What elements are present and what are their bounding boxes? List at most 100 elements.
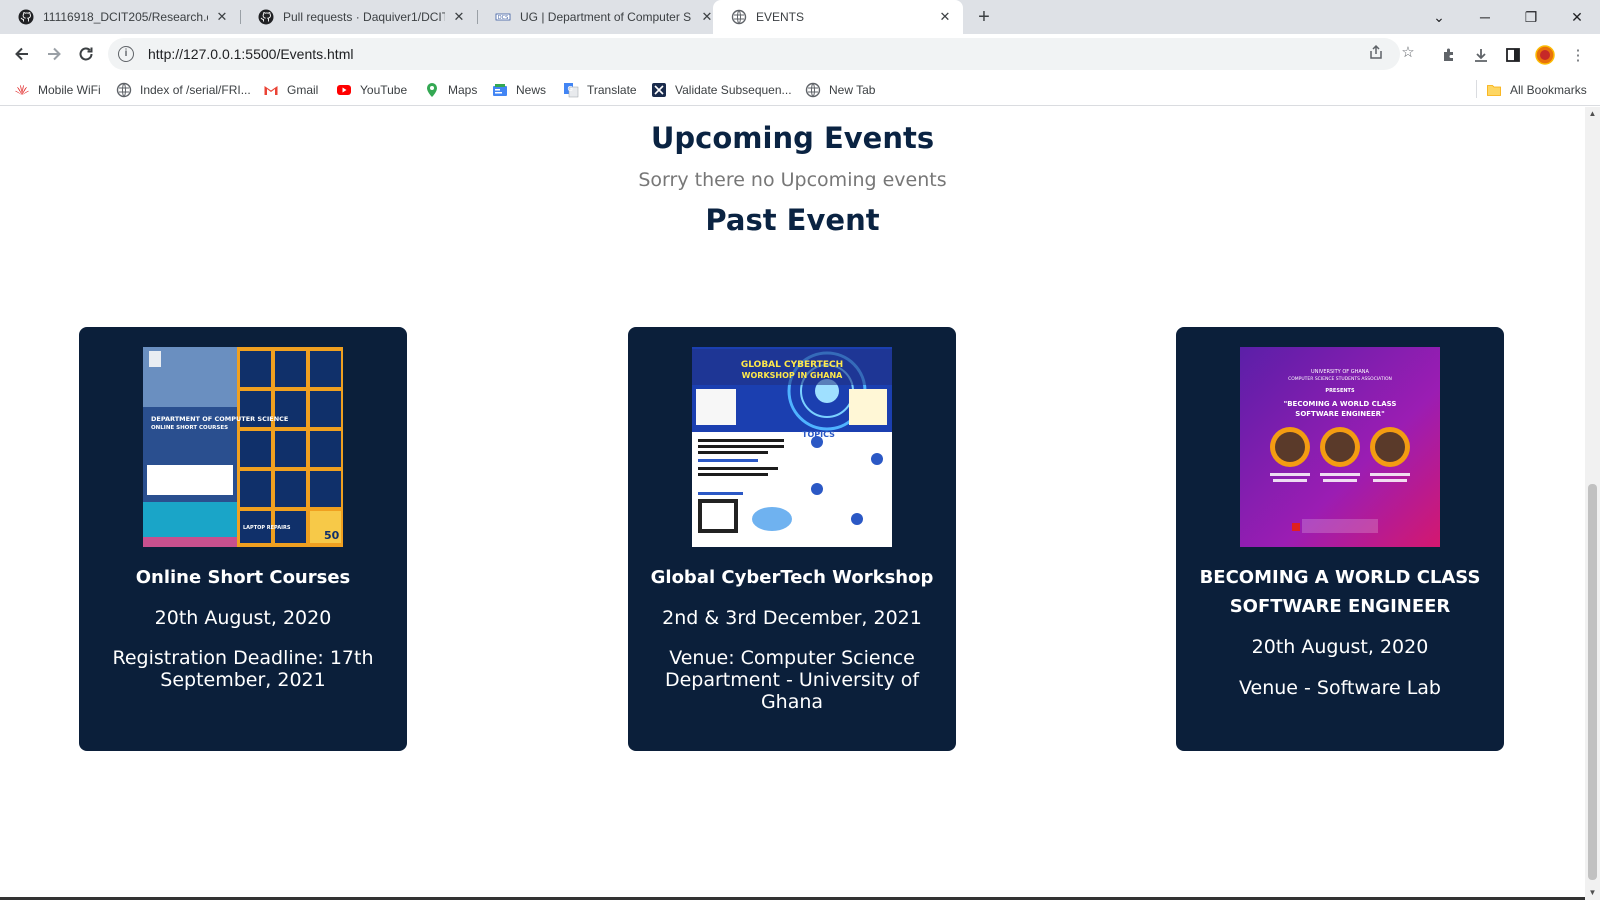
tab-title: Pull requests · Daquiver1/DCIT_2: [283, 10, 445, 24]
minimize-icon[interactable]: ─: [1462, 0, 1508, 34]
poster-text: "BECOMING A WORLD CLASS: [1284, 400, 1397, 408]
ug-icon: DCS: [495, 9, 511, 25]
translate-icon: G: [563, 82, 579, 98]
event-date: 2nd & 3rd December, 2021: [662, 607, 922, 629]
svg-text:G: G: [568, 85, 573, 93]
bookmark-youtube[interactable]: YouTube: [336, 81, 407, 99]
restore-icon[interactable]: ❐: [1508, 0, 1554, 34]
bookmark-label: Validate Subsequen...: [675, 83, 792, 97]
github-icon: [258, 9, 274, 25]
folder-icon: [1486, 82, 1502, 98]
globe-icon: [805, 82, 821, 98]
huawei-icon: [14, 82, 30, 98]
poster-text: PRESENTS: [1325, 388, 1355, 394]
address-url[interactable]: http://127.0.0.1:5500/Events.html: [148, 46, 353, 62]
poster-text: UNIVERSITY OF GHANA: [1311, 369, 1369, 375]
poster-text: WORKSHOP IN GHANA: [742, 371, 843, 380]
tab-events[interactable]: EVENTS ✕: [713, 0, 963, 34]
bookmark-translate[interactable]: G Translate: [563, 81, 637, 99]
svg-text:DCS: DCS: [498, 15, 509, 21]
event-date: 20th August, 2020: [154, 607, 332, 629]
event-poster-cybertech: GLOBAL CYBERTECH WORKSHOP IN GHANA TOPIC…: [692, 347, 892, 547]
tab-title: 11116918_DCIT205/Research.css: [43, 10, 208, 24]
event-info: Venue: Computer Science Department - Uni…: [664, 647, 920, 713]
bookmark-label: Maps: [448, 83, 478, 97]
event-poster-online-courses: DEPARTMENT OF COMPUTER SCIENCE ONLINE SH…: [143, 347, 343, 547]
poster-text: GLOBAL CYBERTECH: [741, 360, 843, 370]
menu-icon[interactable]: ⋮: [1567, 44, 1589, 66]
poster-text: COMPUTER SCIENCE STUDENTS ASSOCIATION: [1288, 376, 1392, 382]
upcoming-events-heading: Upcoming Events: [650, 121, 935, 155]
gmail-icon: [263, 82, 279, 98]
bookmark-label: Mobile WiFi: [38, 83, 101, 97]
scroll-down-arrow-icon[interactable]: ▼: [1585, 886, 1600, 900]
profile-avatar-icon[interactable]: [1534, 44, 1556, 66]
bookmark-validate[interactable]: Validate Subsequen...: [651, 81, 792, 99]
tab-ug-department[interactable]: DCS UG | Department of Computer S ✕: [477, 0, 725, 34]
news-icon: [492, 82, 508, 98]
youtube-icon: [336, 82, 352, 98]
tab-search-icon[interactable]: ⌄: [1416, 0, 1462, 34]
extensions-icon[interactable]: [1438, 44, 1460, 66]
bookmark-mobile-wifi[interactable]: Mobile WiFi: [14, 81, 101, 99]
tab-strip: 11116918_DCIT205/Research.css ✕ Pull req…: [0, 0, 1600, 34]
tab-title: EVENTS: [756, 10, 805, 24]
poster-text: LAPTOP REPAIRS: [243, 525, 291, 531]
bookmark-maps[interactable]: Maps: [424, 81, 477, 99]
bookmark-label: Gmail: [287, 83, 319, 97]
bookmark-new-tab[interactable]: New Tab: [805, 81, 875, 99]
globe-icon: [731, 9, 747, 25]
window-close-icon[interactable]: ✕: [1554, 0, 1600, 34]
maps-icon: [424, 82, 440, 98]
forward-icon[interactable]: [40, 40, 68, 68]
address-bar[interactable]: i http://127.0.0.1:5500/Events.html: [108, 38, 1400, 70]
scroll-up-arrow-icon[interactable]: ▲: [1585, 107, 1600, 121]
page-scrollbar[interactable]: ▲ ▼: [1585, 107, 1600, 900]
bookmark-label: YouTube: [360, 83, 408, 97]
close-icon[interactable]: ✕: [214, 9, 230, 25]
side-panel-icon[interactable]: [1502, 44, 1524, 66]
reload-icon[interactable]: [72, 40, 100, 68]
poster-text: 50: [324, 529, 340, 542]
poster-text: ONLINE SHORT COURSES: [151, 425, 228, 431]
tab-research-css[interactable]: 11116918_DCIT205/Research.css ✕: [0, 0, 240, 34]
event-info: Venue - Software Lab: [1238, 677, 1441, 699]
event-title: Global CyberTech Workshop: [650, 567, 934, 588]
browser-toolbar: i http://127.0.0.1:5500/Events.html ☆ ⋮: [0, 34, 1600, 74]
tab-pull-requests[interactable]: Pull requests · Daquiver1/DCIT_2 ✕: [240, 0, 477, 34]
event-title: Online Short Courses: [135, 567, 351, 588]
share-icon[interactable]: [1366, 42, 1386, 62]
globe-icon: [116, 82, 132, 98]
poster-text: SOFTWARE ENGINEER": [1295, 410, 1384, 418]
bookmark-label: All Bookmarks: [1510, 83, 1587, 97]
bookmark-index-serial[interactable]: Index of /serial/FRI...: [116, 81, 251, 99]
bookmarks-divider: [1476, 80, 1477, 98]
event-card-global-cybertech: GLOBAL CYBERTECH WORKSHOP IN GHANA TOPIC…: [628, 327, 956, 751]
past-event-heading: Past Event: [705, 203, 880, 237]
bookmark-gmail[interactable]: Gmail: [263, 81, 318, 99]
bookmark-label: New Tab: [829, 83, 876, 97]
event-date: 20th August, 2020: [1251, 636, 1429, 658]
scrollbar-thumb[interactable]: [1588, 484, 1597, 880]
bookmarks-bar: Mobile WiFi Index of /serial/FRI... Gmai…: [0, 74, 1600, 106]
close-icon[interactable]: ✕: [451, 9, 467, 25]
site-info-icon[interactable]: i: [118, 46, 134, 62]
all-bookmarks-button[interactable]: All Bookmarks: [1486, 81, 1587, 99]
poster-text: DEPARTMENT OF COMPUTER SCIENCE: [151, 415, 288, 423]
bookmark-label: Index of /serial/FRI...: [140, 83, 251, 97]
bookmark-star-icon[interactable]: ☆: [1398, 42, 1418, 62]
bookmark-label: News: [516, 83, 547, 97]
new-tab-button[interactable]: +: [970, 3, 998, 31]
page-viewport: Upcoming Events Sorry there no Upcoming …: [0, 107, 1585, 900]
github-icon: [18, 9, 34, 25]
tab-title: UG | Department of Computer S: [520, 10, 692, 24]
close-icon[interactable]: ✕: [937, 9, 953, 25]
event-card-world-class-engineer: UNIVERSITY OF GHANA COMPUTER SCIENCE STU…: [1176, 327, 1504, 751]
event-poster-world-class: UNIVERSITY OF GHANA COMPUTER SCIENCE STU…: [1240, 347, 1440, 547]
download-icon[interactable]: [1470, 44, 1492, 66]
x-box-icon: [651, 82, 667, 98]
back-icon[interactable]: [8, 40, 36, 68]
bookmark-news[interactable]: News: [492, 81, 546, 99]
bookmark-label: Translate: [587, 83, 637, 97]
event-title: BECOMING A WORLD CLASS SOFTWARE ENGINEER: [1199, 567, 1481, 617]
